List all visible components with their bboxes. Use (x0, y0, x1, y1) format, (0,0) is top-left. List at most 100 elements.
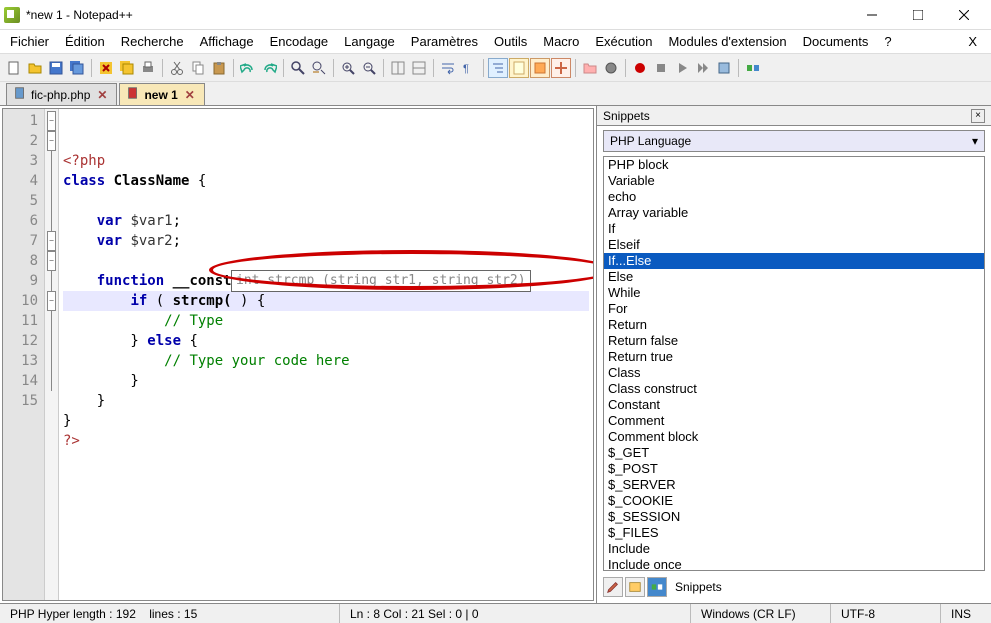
play-macro-icon[interactable] (672, 58, 692, 78)
code-line[interactable]: } (63, 371, 589, 391)
snippets-language-combo[interactable]: PHP Language ▾ (603, 130, 985, 152)
snippet-item[interactable]: $_COOKIE (604, 493, 984, 509)
tab-fic-php-php[interactable]: fic-php.php✕ (6, 83, 117, 105)
snippets-close-button[interactable]: × (971, 109, 985, 123)
snippets-edit-button[interactable] (603, 577, 623, 597)
menu-item-documents[interactable]: Documents (795, 31, 877, 52)
redo-icon[interactable] (259, 58, 279, 78)
code-line[interactable] (63, 251, 589, 271)
snippet-item[interactable]: $_FILES (604, 525, 984, 541)
undo-icon[interactable] (238, 58, 258, 78)
code-line[interactable]: <?php (63, 151, 589, 171)
menu-item-paramtres[interactable]: Paramètres (403, 31, 486, 52)
code-line[interactable]: // Type your code here (63, 351, 589, 371)
code-line[interactable]: if ( strcmp( ) { (63, 291, 589, 311)
code-line[interactable] (63, 191, 589, 211)
zoom-out-icon[interactable] (359, 58, 379, 78)
show-all-chars-icon[interactable]: ¶ (459, 58, 479, 78)
sync-v-icon[interactable] (388, 58, 408, 78)
plugin-icon[interactable] (743, 58, 763, 78)
snippet-item[interactable]: $_GET (604, 445, 984, 461)
snippet-item[interactable]: Return (604, 317, 984, 333)
folder-icon[interactable] (580, 58, 600, 78)
snippet-item[interactable]: Comment (604, 413, 984, 429)
close-button[interactable] (941, 0, 987, 30)
code-line[interactable]: } (63, 411, 589, 431)
code-line[interactable]: } else { (63, 331, 589, 351)
code-line[interactable]: class ClassName { (63, 171, 589, 191)
menu-item-[interactable]: ? (876, 31, 899, 52)
editor[interactable]: 123456789101112131415 −−−−− <?phpclass C… (0, 106, 596, 603)
monitor-icon[interactable] (601, 58, 621, 78)
snippet-item[interactable]: For (604, 301, 984, 317)
snippet-item[interactable]: Array variable (604, 205, 984, 221)
new-file-icon[interactable] (4, 58, 24, 78)
snippet-item[interactable]: PHP block (604, 157, 984, 173)
snippet-item[interactable]: Return true (604, 349, 984, 365)
snippet-item[interactable]: Constant (604, 397, 984, 413)
menu-item-modulesdextension[interactable]: Modules d'extension (660, 31, 794, 52)
open-file-icon[interactable] (25, 58, 45, 78)
paste-icon[interactable] (209, 58, 229, 78)
snippet-item[interactable]: $_SERVER (604, 477, 984, 493)
snippet-item[interactable]: If (604, 221, 984, 237)
folder-view-icon[interactable] (551, 58, 571, 78)
code-line[interactable]: ?> (63, 431, 589, 451)
save-macro-icon[interactable] (714, 58, 734, 78)
snippet-item[interactable]: echo (604, 189, 984, 205)
doc-map-icon[interactable] (509, 58, 529, 78)
save-all-icon[interactable] (67, 58, 87, 78)
snippet-item[interactable]: Include (604, 541, 984, 557)
snippets-list[interactable]: PHP blockVariableechoArray variableIfEls… (603, 156, 985, 571)
tab-new-1[interactable]: new 1✕ (119, 83, 204, 105)
zoom-in-icon[interactable] (338, 58, 358, 78)
tab-close-icon[interactable]: ✕ (182, 88, 198, 102)
snippet-item[interactable]: Comment block (604, 429, 984, 445)
snippet-item[interactable]: Class (604, 365, 984, 381)
close-all-icon[interactable] (117, 58, 137, 78)
snippet-item[interactable]: Include once (604, 557, 984, 571)
code-area[interactable]: <?phpclass ClassName { var $var1; var $v… (59, 109, 593, 600)
replace-icon[interactable] (309, 58, 329, 78)
tab-close-icon[interactable]: ✕ (94, 88, 110, 102)
minimize-button[interactable] (849, 0, 895, 30)
code-line[interactable]: var $var2; (63, 231, 589, 251)
copy-icon[interactable] (188, 58, 208, 78)
menu-item-macro[interactable]: Macro (535, 31, 587, 52)
menu-item-fichier[interactable]: Fichier (2, 31, 57, 52)
save-icon[interactable] (46, 58, 66, 78)
menu-item-excution[interactable]: Exécution (587, 31, 660, 52)
menu-item-encodage[interactable]: Encodage (262, 31, 337, 52)
function-list-icon[interactable] (530, 58, 550, 78)
sync-h-icon[interactable] (409, 58, 429, 78)
fold-gutter[interactable]: −−−−− (45, 109, 59, 600)
cut-icon[interactable] (167, 58, 187, 78)
code-line[interactable]: // Type (63, 311, 589, 331)
indent-guide-icon[interactable] (488, 58, 508, 78)
menu-item-dition[interactable]: Édition (57, 31, 113, 52)
run-multi-icon[interactable] (693, 58, 713, 78)
close-file-icon[interactable] (96, 58, 116, 78)
snippet-item[interactable]: Elseif (604, 237, 984, 253)
record-macro-icon[interactable] (630, 58, 650, 78)
stop-macro-icon[interactable] (651, 58, 671, 78)
snippet-item[interactable]: Else (604, 269, 984, 285)
code-line[interactable]: } (63, 391, 589, 411)
maximize-button[interactable] (895, 0, 941, 30)
menu-item-affichage[interactable]: Affichage (192, 31, 262, 52)
snippets-puzzle-button[interactable] (647, 577, 667, 597)
snippet-item[interactable]: Variable (604, 173, 984, 189)
snippet-item[interactable]: $_SESSION (604, 509, 984, 525)
menubar-close-x[interactable]: X (956, 34, 989, 49)
snippet-item[interactable]: $_POST (604, 461, 984, 477)
snippet-item[interactable]: If...Else (604, 253, 984, 269)
find-icon[interactable] (288, 58, 308, 78)
snippet-item[interactable]: Return false (604, 333, 984, 349)
snippet-item[interactable]: Class construct (604, 381, 984, 397)
menu-item-outils[interactable]: Outils (486, 31, 535, 52)
print-icon[interactable] (138, 58, 158, 78)
snippets-config-button[interactable] (625, 577, 645, 597)
wordwrap-icon[interactable] (438, 58, 458, 78)
menu-item-recherche[interactable]: Recherche (113, 31, 192, 52)
menu-item-langage[interactable]: Langage (336, 31, 403, 52)
